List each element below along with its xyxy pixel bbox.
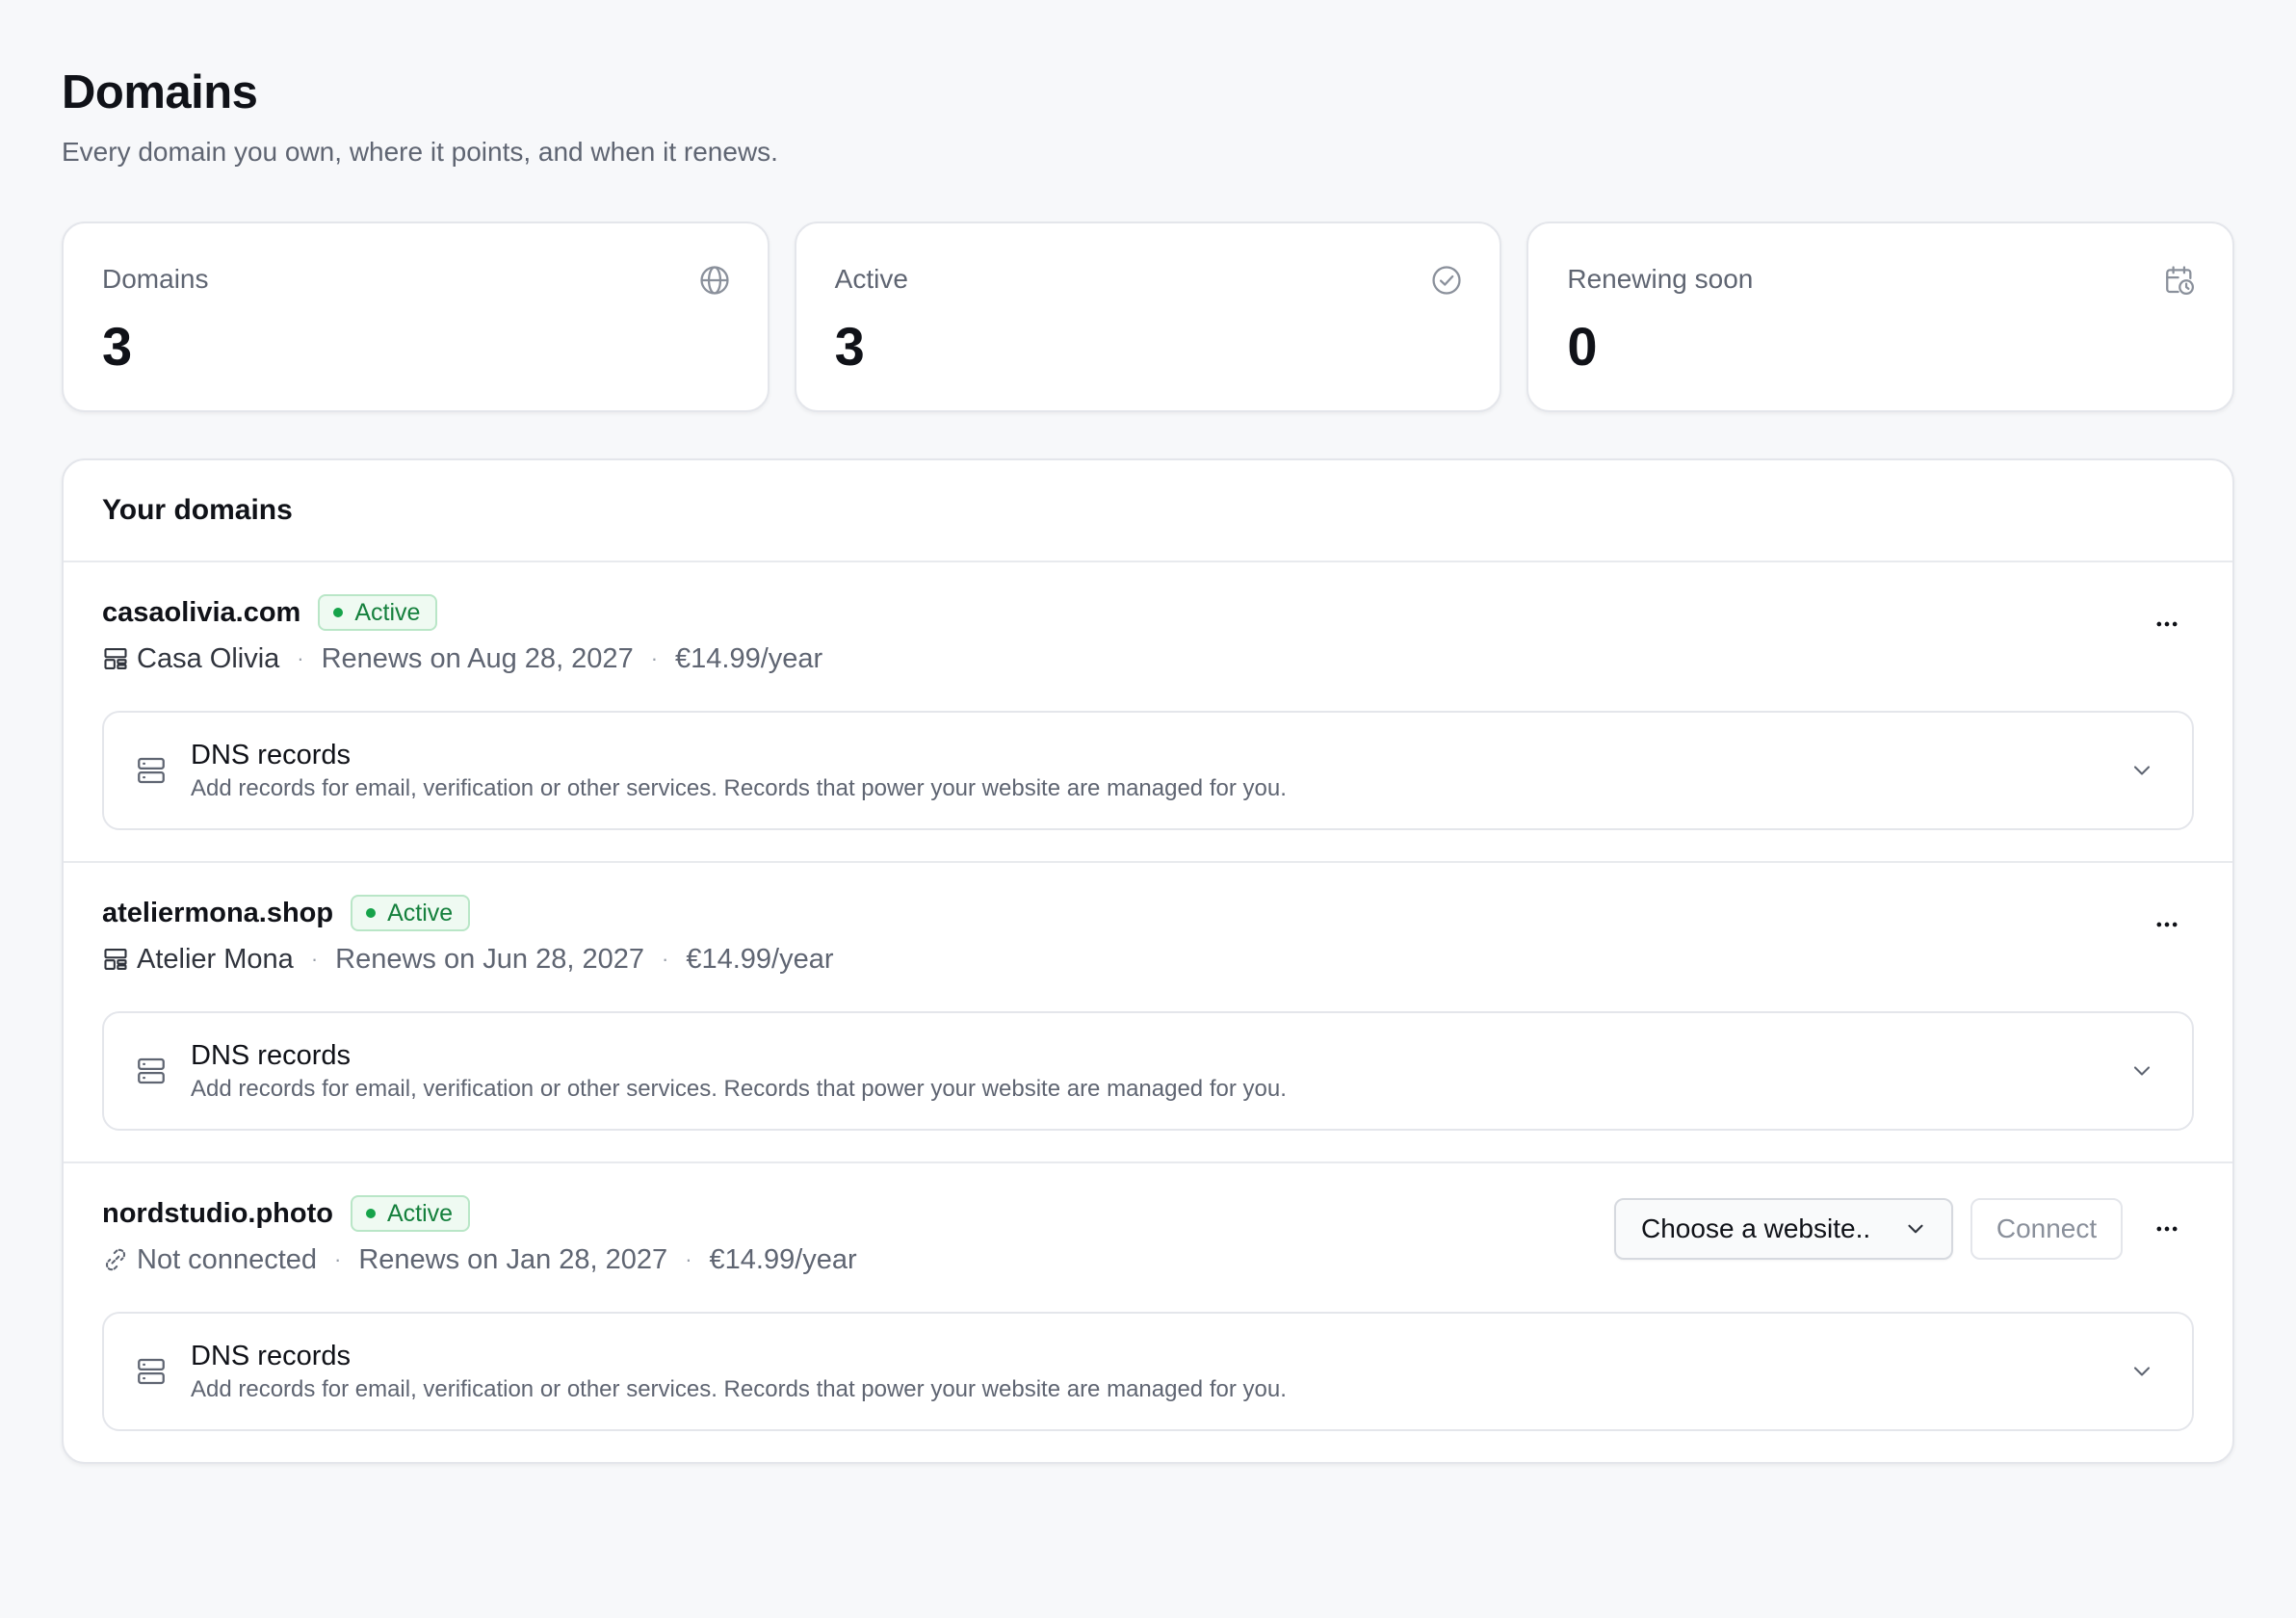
stat-label: Domains (102, 264, 209, 294)
status-badge: Active (351, 1195, 471, 1232)
stat-card-renewing-soon: Renewing soon 0 (1526, 222, 2235, 412)
renewal-date: Renews on Aug 28, 2027 (321, 642, 634, 674)
dns-records-description: Add records for email, verification or o… (191, 775, 1287, 801)
page-subtitle: Every domain you own, where it points, a… (62, 137, 778, 167)
server-icon (138, 757, 165, 784)
stats-row: Domains 3 Active 3 Renewing soon 0 (62, 222, 2235, 412)
meta-separator: · (334, 1247, 342, 1271)
renewal-date: Renews on Jan 28, 2027 (358, 1243, 668, 1275)
website-select[interactable]: Choose a website.. (1614, 1198, 1953, 1260)
domain-name: casaolivia.com (102, 596, 301, 628)
check-circle-icon (1432, 266, 1461, 295)
meta-separator: · (685, 1247, 692, 1271)
chevron-down-icon (1908, 1224, 1923, 1234)
stat-card-active: Active 3 (794, 222, 1502, 412)
chevron-down-icon (2133, 1367, 2151, 1376)
stat-label: Active (834, 264, 908, 294)
status-dot-icon (366, 1209, 376, 1218)
dns-records-title: DNS records (191, 1341, 351, 1371)
stat-value: 3 (834, 316, 865, 377)
domain-row: ateliermona.shop Active Atelier Mona · R… (64, 863, 2232, 1163)
stat-value: 0 (1567, 316, 1598, 377)
connected-website[interactable]: Atelier Mona (137, 944, 294, 976)
page-title: Domains (62, 66, 258, 118)
chevron-down-icon (2133, 766, 2151, 775)
connect-button[interactable]: Connect (1970, 1198, 2123, 1260)
status-badge: Active (318, 594, 438, 631)
stat-label: Renewing soon (1567, 264, 1754, 294)
dns-records-title: DNS records (191, 740, 351, 770)
domains-list-card: Your domains casaolivia.com Active Casa … (62, 458, 2234, 1464)
meta-separator: · (661, 947, 669, 971)
layout-icon (104, 949, 127, 970)
domains-page: Domains Every domain you own, where it p… (62, 62, 2235, 1464)
dns-records-description: Add records for email, verification or o… (191, 1076, 1287, 1102)
globe-icon (700, 266, 729, 295)
domain-row: nordstudio.photo Active Not connected · … (64, 1163, 2232, 1462)
meta-separator: · (650, 646, 659, 670)
more-options-button[interactable] (2140, 1202, 2194, 1256)
meta-separator: · (297, 646, 304, 670)
connection-status: Not connected (137, 1243, 318, 1275)
status-dot-icon (333, 608, 344, 617)
more-options-button[interactable] (2140, 898, 2194, 952)
status-badge-label: Active (387, 899, 454, 926)
website-select-value: Choose a website.. (1641, 1214, 1871, 1243)
unlink-icon (105, 1248, 126, 1271)
dns-records-description: Add records for email, verification or o… (191, 1376, 1287, 1402)
price: €14.99/year (686, 943, 834, 975)
domains-list-title: Your domains (64, 460, 2232, 562)
status-badge-label: Active (387, 1199, 454, 1227)
status-badge: Active (351, 895, 471, 931)
stat-value: 3 (102, 316, 133, 377)
more-horizontal-icon (2156, 922, 2178, 927)
calendar-clock-icon (2166, 266, 2195, 296)
domain-name: ateliermona.shop (102, 897, 334, 928)
domain-name: nordstudio.photo (102, 1197, 333, 1229)
connected-website[interactable]: Casa Olivia (137, 643, 279, 675)
status-badge-label: Active (354, 598, 421, 626)
renewal-date: Renews on Jun 28, 2027 (335, 943, 644, 975)
meta-separator: · (310, 947, 319, 971)
stat-card-domains: Domains 3 (62, 222, 770, 412)
status-dot-icon (366, 908, 377, 918)
server-icon (138, 1358, 165, 1385)
server-icon (138, 1057, 165, 1084)
dns-records-toggle[interactable]: DNS records Add records for email, verif… (102, 711, 2194, 830)
layout-icon (104, 648, 127, 669)
dns-records-toggle[interactable]: DNS records Add records for email, verif… (102, 1312, 2194, 1431)
price: €14.99/year (709, 1243, 857, 1275)
dns-records-toggle[interactable]: DNS records Add records for email, verif… (102, 1011, 2194, 1131)
more-options-button[interactable] (2140, 597, 2194, 651)
more-horizontal-icon (2156, 1226, 2178, 1232)
price: €14.99/year (675, 642, 823, 674)
more-horizontal-icon (2156, 621, 2178, 627)
dns-records-title: DNS records (191, 1040, 351, 1071)
domain-row: casaolivia.com Active Casa Olivia · Rene… (64, 562, 2232, 863)
chevron-down-icon (2133, 1066, 2151, 1076)
